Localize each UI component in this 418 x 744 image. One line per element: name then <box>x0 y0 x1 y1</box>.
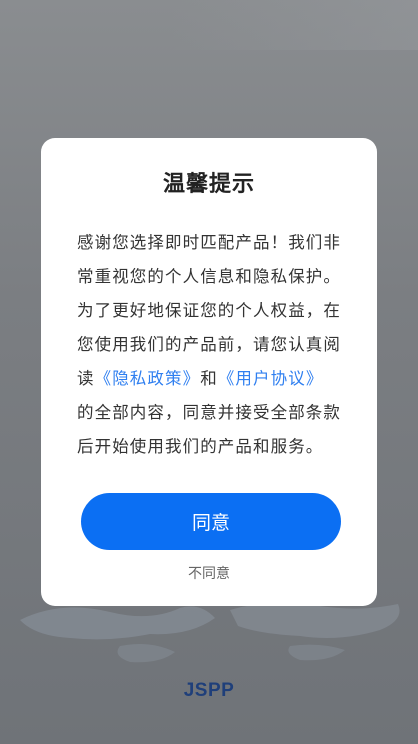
dialog-title: 温馨提示 <box>162 172 255 197</box>
privacy-dialog: 温馨提示 感谢您选择即时匹配产品！我们非常重视您的个人信息和隐私保护。为了更好地… <box>41 138 377 606</box>
message-outro: 的全部内容，同意并接受全部条款后开始使用我们的产品和服务。 <box>77 403 341 454</box>
message-and: 和 <box>200 369 218 388</box>
disagree-button[interactable]: 不同意 <box>41 563 377 583</box>
agree-button[interactable]: 同意 <box>81 493 341 550</box>
dialog-message: 感谢您选择即时匹配产品！我们非常重视您的个人信息和隐私保护。为了更好地保证您的个… <box>77 226 341 454</box>
message-intro: 感谢您选择即时匹配产品！我们非常重视您的个人信息和隐私保护。为了更好地保证您的个… <box>77 233 341 388</box>
user-agreement-link[interactable]: 《用户协议》 <box>218 369 324 388</box>
modal-overlay: 温馨提示 感谢您选择即时匹配产品！我们非常重视您的个人信息和隐私保护。为了更好地… <box>0 0 418 744</box>
privacy-policy-link[interactable]: 《隐私政策》 <box>95 369 201 388</box>
